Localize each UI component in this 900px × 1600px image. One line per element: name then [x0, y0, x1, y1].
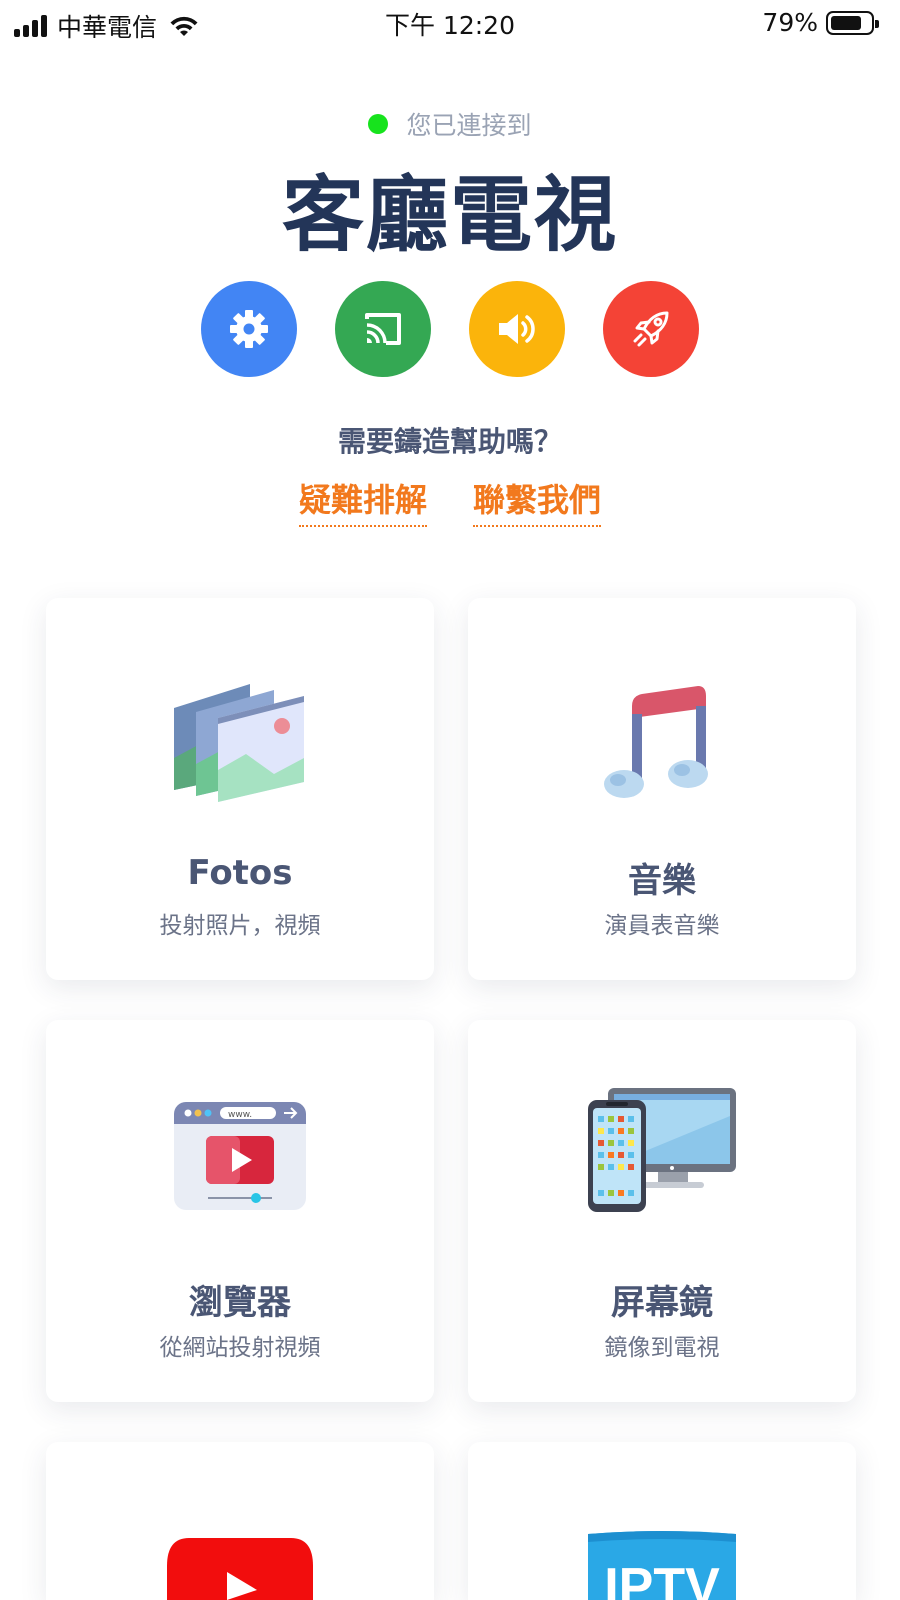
iptv-card[interactable]: IPTV	[468, 1442, 856, 1600]
photos-card[interactable]: Fotos 投射照片，視頻	[46, 598, 434, 980]
screen-mirror-card[interactable]: 屏幕鏡 鏡像到電視	[468, 1020, 856, 1402]
volume-icon	[499, 314, 535, 344]
card-subtitle: 投射照片，視頻	[159, 913, 321, 939]
gear-icon	[230, 310, 268, 348]
status-bar: 中華電信 下午 12:20 79%	[0, 0, 900, 46]
screen-mirror-icon	[588, 1088, 736, 1212]
contact-us-link[interactable]: 聯繫我們	[473, 475, 602, 527]
help-question: 需要鑄造幫助嗎？	[337, 425, 562, 458]
action-buttons	[0, 281, 900, 377]
battery-percentage: 79%	[762, 8, 818, 37]
help-links: 疑難排解 聯繫我們	[0, 475, 900, 527]
browser-card[interactable]: www. 瀏覽器 從網站投射視頻	[46, 1020, 434, 1402]
iptv-icon: IPTV	[588, 1531, 736, 1600]
card-title: 音樂	[628, 861, 696, 901]
cast-icon	[365, 313, 401, 345]
card-title: 屏幕鏡	[611, 1283, 713, 1323]
svg-text:www.: www.	[228, 1110, 252, 1120]
connected-dot-icon	[368, 114, 389, 134]
troubleshoot-link[interactable]: 疑難排解	[298, 475, 427, 527]
music-icon	[604, 686, 708, 798]
boost-button[interactable]	[603, 281, 699, 377]
rocket-icon	[633, 311, 669, 347]
cast-button[interactable]	[335, 281, 431, 377]
youtube-icon	[167, 1538, 313, 1600]
card-subtitle: 從網站投射視頻	[159, 1335, 321, 1361]
battery-icon	[826, 10, 879, 35]
music-card[interactable]: 音樂 演員表音樂	[468, 598, 856, 980]
photos-icon	[174, 684, 304, 802]
connected-label: 您已連接到	[406, 111, 532, 140]
card-title: 瀏覽器	[189, 1283, 291, 1323]
iptv-label: IPTV	[604, 1558, 720, 1600]
device-name: 客廳電視	[281, 168, 618, 263]
card-title: Fotos	[187, 853, 293, 893]
settings-button[interactable]	[201, 281, 297, 377]
youtube-card[interactable]	[46, 1442, 434, 1600]
volume-button[interactable]	[469, 281, 565, 377]
card-subtitle: 鏡像到電視	[604, 1335, 720, 1361]
card-subtitle: 演員表音樂	[604, 913, 720, 939]
connection-status: 您已連接到	[0, 106, 900, 142]
browser-icon: www.	[174, 1102, 306, 1210]
